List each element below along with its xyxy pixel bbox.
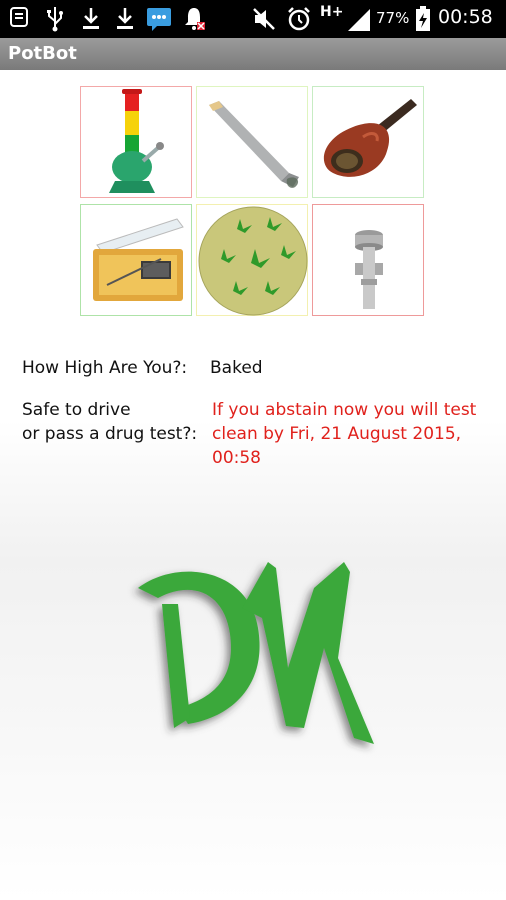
- alarm-clock-icon: [288, 7, 310, 31]
- network-type: H+: [320, 4, 344, 20]
- download-icon: [117, 8, 133, 29]
- dm-logo-graphic: [138, 562, 374, 744]
- tile-dab-nail[interactable]: [312, 204, 424, 316]
- tile-vaporizer[interactable]: [80, 204, 192, 316]
- clock: 00:58: [438, 6, 493, 28]
- download-icon: [83, 8, 99, 29]
- drive-value-line2: clean by Fri, 21 August 2015,: [212, 424, 462, 444]
- drive-value-line1: If you abstain now you will test: [212, 400, 477, 420]
- drive-value-line3: 00:58: [212, 448, 261, 468]
- high-label: How High Are You?:: [22, 358, 188, 378]
- edible-image: [198, 206, 308, 316]
- app-title: PotBot: [8, 43, 77, 64]
- tile-edible[interactable]: [196, 204, 308, 316]
- usb-icon: [47, 7, 63, 32]
- tile-joint[interactable]: [196, 86, 308, 198]
- dm-logo: [118, 548, 388, 762]
- drive-label-line2: or pass a drug test?:: [22, 424, 198, 444]
- notification-app-icon: [10, 7, 28, 27]
- pipe-image: [323, 99, 417, 177]
- action-bar: PotBot: [0, 38, 506, 70]
- battery-charging-icon: [416, 6, 430, 31]
- silent-icon: [253, 8, 275, 30]
- joint-image: [209, 101, 299, 188]
- messaging-icon: [147, 8, 171, 31]
- tile-bong[interactable]: [80, 86, 192, 198]
- high-value: Baked: [210, 358, 263, 378]
- bong-image: [109, 89, 164, 193]
- battery-percent: 77%: [376, 9, 410, 27]
- status-bar: H+ 77% 00:58: [0, 0, 506, 38]
- signal-icon: [348, 9, 370, 31]
- vaporizer-image: [93, 218, 184, 301]
- dab-nail-image: [355, 230, 383, 309]
- alarm-muted-bell-icon: [185, 8, 205, 30]
- drive-label-line1: Safe to drive: [22, 400, 131, 420]
- tile-pipe[interactable]: [312, 86, 424, 198]
